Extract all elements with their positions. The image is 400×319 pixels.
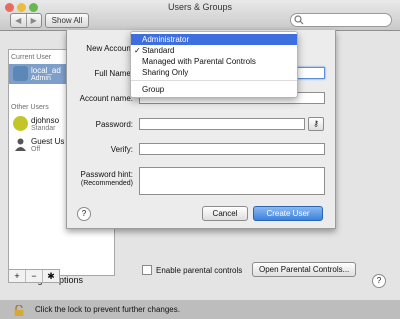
- forward-icon[interactable]: ▶: [27, 14, 42, 27]
- lock-row: Click the lock to prevent further change…: [14, 304, 180, 316]
- add-user-button[interactable]: +: [9, 270, 26, 282]
- menu-item-group[interactable]: Group: [131, 84, 297, 95]
- password-assistant-button[interactable]: ⚷: [308, 117, 324, 131]
- account-type-menu: Administrator ✓ Standard Managed with Pa…: [130, 31, 298, 98]
- show-all-button[interactable]: Show All: [45, 13, 89, 28]
- password-input[interactable]: [139, 118, 305, 130]
- verify-label: Verify:: [110, 145, 133, 154]
- user-name: local_ad: [31, 66, 61, 75]
- lock-text: Click the lock to prevent further change…: [35, 305, 180, 314]
- menu-item-label: Managed with Parental Controls: [142, 57, 256, 66]
- password-hint-label: Password hint:: [80, 170, 133, 179]
- search-icon: [294, 15, 304, 25]
- menu-item-sharing-only[interactable]: Sharing Only: [131, 67, 297, 78]
- back-icon[interactable]: ◀: [11, 14, 27, 27]
- menu-item-label: Standard: [142, 46, 175, 55]
- menu-separator: [131, 80, 297, 81]
- parental-label: Enable parental controls: [156, 265, 243, 275]
- avatar: [13, 116, 28, 131]
- help-sheet-button[interactable]: ?: [77, 207, 91, 221]
- menu-item-label: Sharing Only: [142, 68, 189, 77]
- create-user-button[interactable]: Create User: [253, 206, 323, 221]
- window-title: Users & Groups: [167, 2, 233, 12]
- menu-item-standard[interactable]: ✓ Standard: [131, 45, 297, 56]
- search-field[interactable]: [290, 13, 392, 27]
- open-parental-controls-button[interactable]: Open Parental Controls...: [252, 262, 357, 277]
- menu-item-managed[interactable]: Managed with Parental Controls: [131, 56, 297, 67]
- menu-item-label: Administrator: [142, 35, 190, 44]
- password-hint-sublabel: (Recommended): [80, 180, 133, 187]
- other-users-header: Other Users: [11, 104, 49, 111]
- avatar: [13, 66, 28, 81]
- remove-user-button[interactable]: −: [26, 270, 43, 282]
- key-icon: ⚷: [313, 119, 319, 128]
- current-user-header: Current User: [11, 54, 52, 61]
- gear-icon[interactable]: ✱: [43, 270, 59, 282]
- account-name-label: Account name:: [79, 94, 133, 103]
- checkbox-box[interactable]: [142, 265, 152, 275]
- nav-buttons: ◀ ▶: [10, 13, 42, 28]
- sidebar-tools: + − ✱: [8, 269, 60, 283]
- user-name: Guest Us: [31, 137, 65, 146]
- password-hint-input[interactable]: [139, 167, 325, 195]
- user-name: djohnso: [31, 116, 60, 125]
- guest-avatar-icon: [13, 137, 28, 152]
- new-account-label: New Account: [86, 44, 133, 53]
- checkmark-icon: ✓: [134, 46, 141, 55]
- help-button[interactable]: ?: [372, 274, 386, 288]
- parental-controls-checkbox[interactable]: Enable parental controls: [142, 265, 242, 275]
- user-role: Standar: [31, 125, 56, 132]
- password-label: Password:: [95, 120, 133, 129]
- titlebar: Users & Groups ◀ ▶ Show All: [0, 0, 400, 31]
- lock-icon[interactable]: [14, 304, 24, 316]
- menu-item-label: Group: [142, 85, 165, 94]
- user-role: Admin: [31, 75, 51, 82]
- cancel-button[interactable]: Cancel: [202, 206, 248, 221]
- full-name-label: Full Name:: [94, 69, 133, 78]
- user-role: Off: [31, 146, 41, 153]
- menu-item-administrator[interactable]: Administrator: [131, 34, 297, 45]
- verify-input[interactable]: [139, 143, 325, 155]
